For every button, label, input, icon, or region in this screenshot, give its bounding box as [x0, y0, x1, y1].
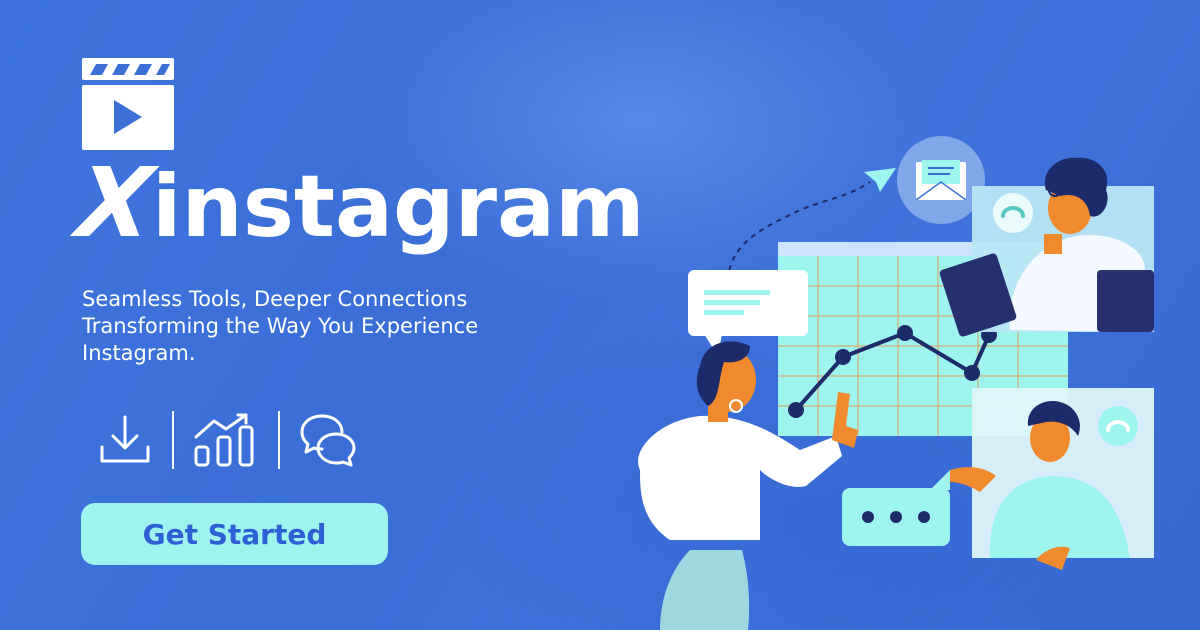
presenter-legs: [660, 550, 750, 630]
divider: [172, 411, 174, 469]
chat-bubbles-icon: [298, 410, 358, 470]
divider: [278, 411, 280, 469]
tagline-line-2: Transforming the Way You Experience: [82, 314, 479, 338]
tagline-line-3: Instagram.: [82, 341, 196, 365]
get-started-button[interactable]: Get Started: [81, 503, 388, 565]
tagline: Seamless Tools, Deeper Connections Trans…: [82, 286, 602, 367]
feature-icons: [96, 410, 358, 470]
clapperboard-play-icon: [82, 58, 174, 150]
paper-plane-icon: [864, 168, 896, 192]
tagline-line-1: Seamless Tools, Deeper Connections: [82, 287, 468, 311]
brand-name: instagram: [152, 157, 645, 257]
brand-prefix: X: [72, 147, 158, 259]
bar-chart-icon: [192, 411, 260, 469]
download-icon: [96, 411, 154, 469]
brand-title: Xinstagram: [72, 147, 645, 259]
illustration-analytics-team: [638, 136, 1154, 630]
